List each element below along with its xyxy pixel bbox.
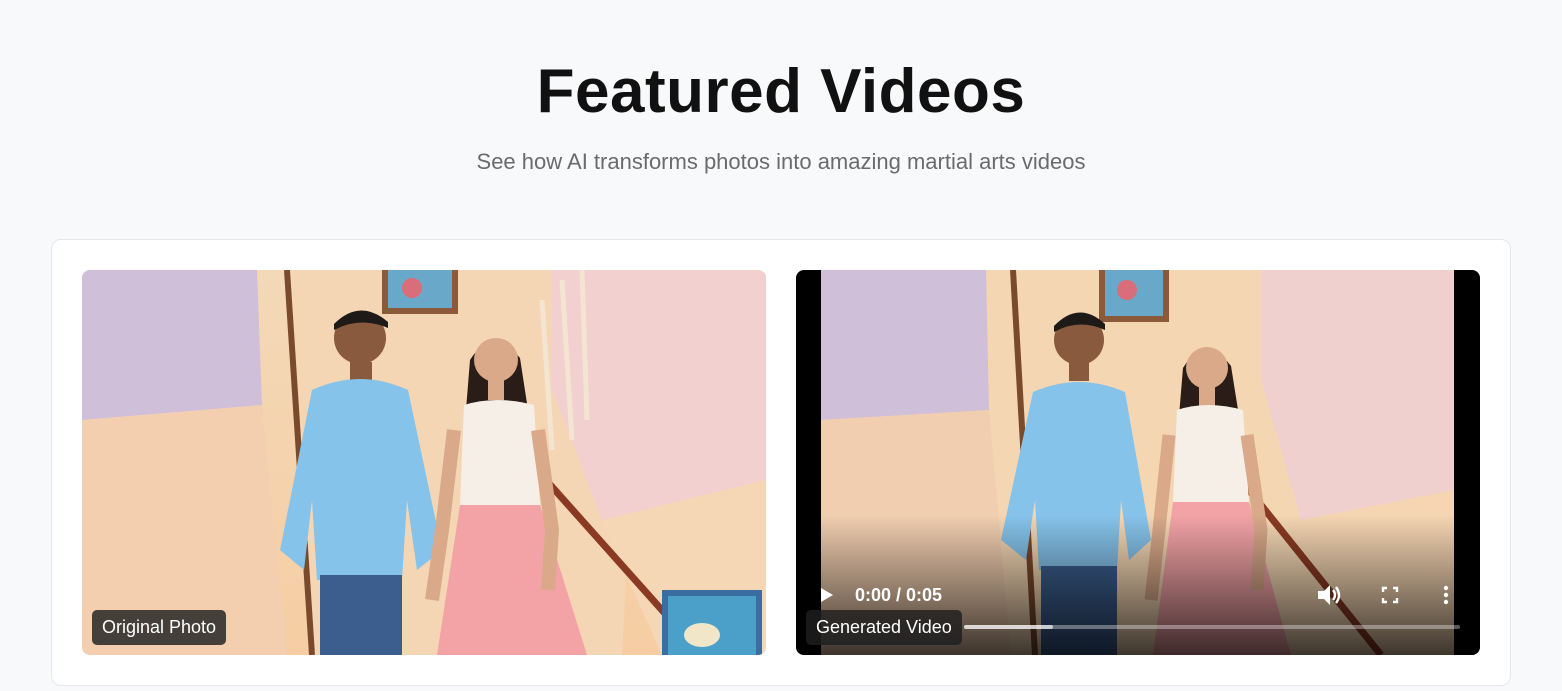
generated-video-label: Generated Video [806, 610, 962, 645]
featured-videos-section: Featured Videos See how AI transforms ph… [0, 0, 1562, 691]
video-progress-bar[interactable] [964, 625, 1460, 629]
original-photo: Original Photo [82, 270, 766, 655]
section-subtitle: See how AI transforms photos into amazin… [476, 149, 1086, 174]
generated-video-player[interactable]: 0:00 / 0:05 Generated Video [796, 270, 1480, 655]
comparison-card: Original Photo 0:00 / 0:05 Generated Vid… [51, 239, 1511, 686]
photo-scene-image [82, 270, 766, 655]
video-controls-bar: 0:00 / 0:05 [796, 580, 1480, 610]
section-title: Featured Videos [536, 57, 1026, 126]
video-progress-fill [964, 625, 1054, 629]
fullscreen-icon[interactable] [1380, 580, 1402, 610]
play-icon[interactable] [819, 580, 839, 610]
volume-icon[interactable] [1316, 580, 1344, 610]
video-time-display: 0:00 / 0:05 [855, 585, 943, 605]
more-options-icon[interactable] [1442, 580, 1456, 610]
original-photo-label: Original Photo [92, 610, 227, 645]
